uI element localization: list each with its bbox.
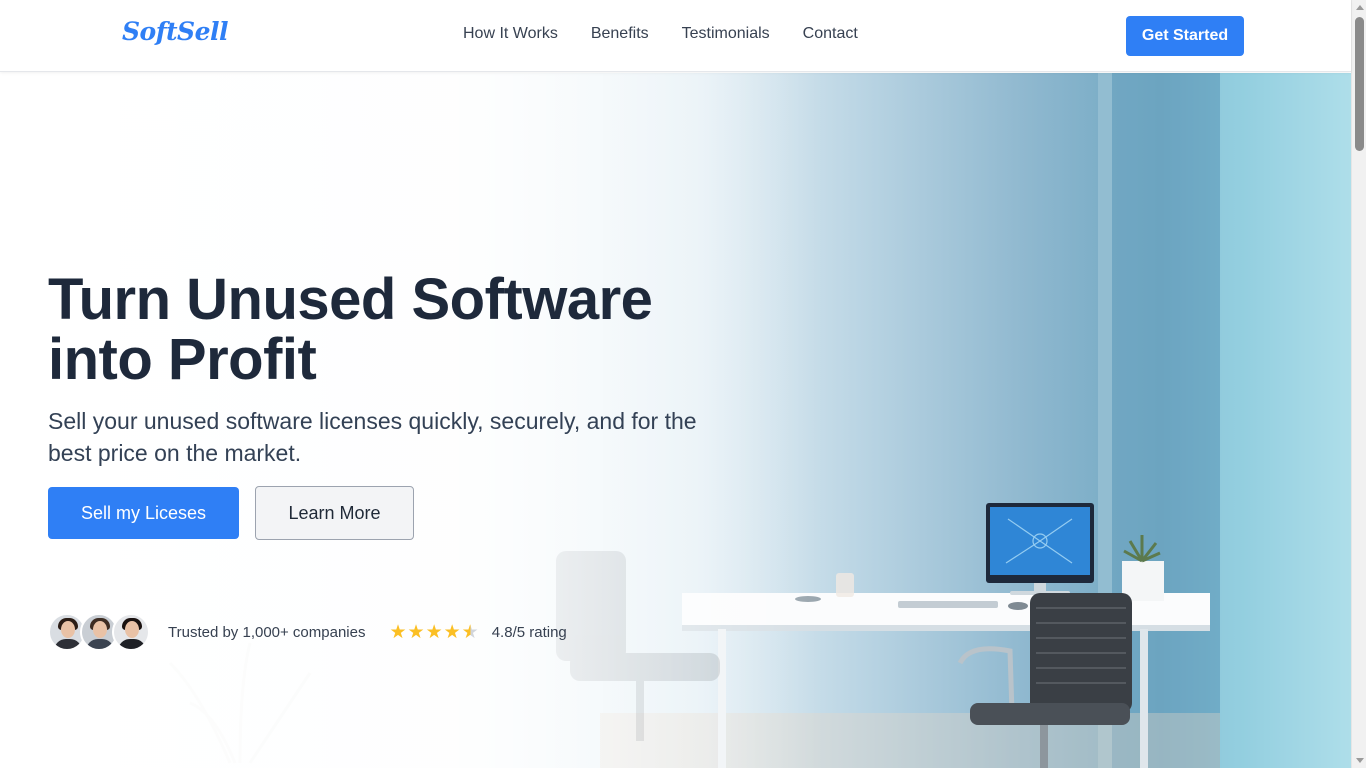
hero-subheadline: Sell your unused software licenses quick…	[48, 408, 697, 466]
nav-link-benefits[interactable]: Benefits	[591, 25, 649, 43]
rating-text: 4.8/5 rating	[491, 623, 567, 641]
hero-headline: Turn Unused Software into Profit	[48, 267, 653, 392]
sell-licenses-button[interactable]: Sell my Liceses	[48, 487, 239, 539]
get-started-button[interactable]: Get Started	[1126, 16, 1244, 56]
customer-avatars	[48, 613, 150, 651]
star-icon: ★	[407, 620, 425, 643]
main-nav: How It Works Benefits Testimonials Conta…	[463, 25, 891, 43]
star-icon: ★	[425, 620, 443, 643]
logo[interactable]: SoftSell	[122, 17, 229, 46]
avatar	[112, 613, 150, 651]
nav-link-contact[interactable]: Contact	[803, 25, 858, 43]
page-scrollbar[interactable]	[1351, 0, 1366, 768]
scroll-up-arrow-icon[interactable]	[1356, 5, 1364, 10]
trusted-by-text: Trusted by 1,000+ companies	[168, 623, 366, 641]
scroll-down-arrow-icon[interactable]	[1356, 758, 1364, 763]
rating-stars: ★ ★ ★ ★ ★	[389, 620, 479, 643]
nav-link-testimonials[interactable]: Testimonials	[682, 25, 770, 43]
star-icon: ★	[443, 620, 461, 643]
nav-link-how-it-works[interactable]: How It Works	[463, 25, 558, 43]
star-half-icon: ★	[461, 620, 479, 643]
learn-more-button[interactable]: Learn More	[255, 486, 414, 540]
trust-bar: Trusted by 1,000+ companies ★ ★ ★ ★ ★ 4.…	[48, 612, 567, 652]
hero-section: Turn Unused Software into Profit Sell yo…	[0, 73, 1351, 768]
site-header: SoftSell How It Works Benefits Testimoni…	[0, 0, 1351, 72]
star-icon: ★	[389, 620, 407, 643]
scrollbar-thumb[interactable]	[1355, 17, 1364, 151]
